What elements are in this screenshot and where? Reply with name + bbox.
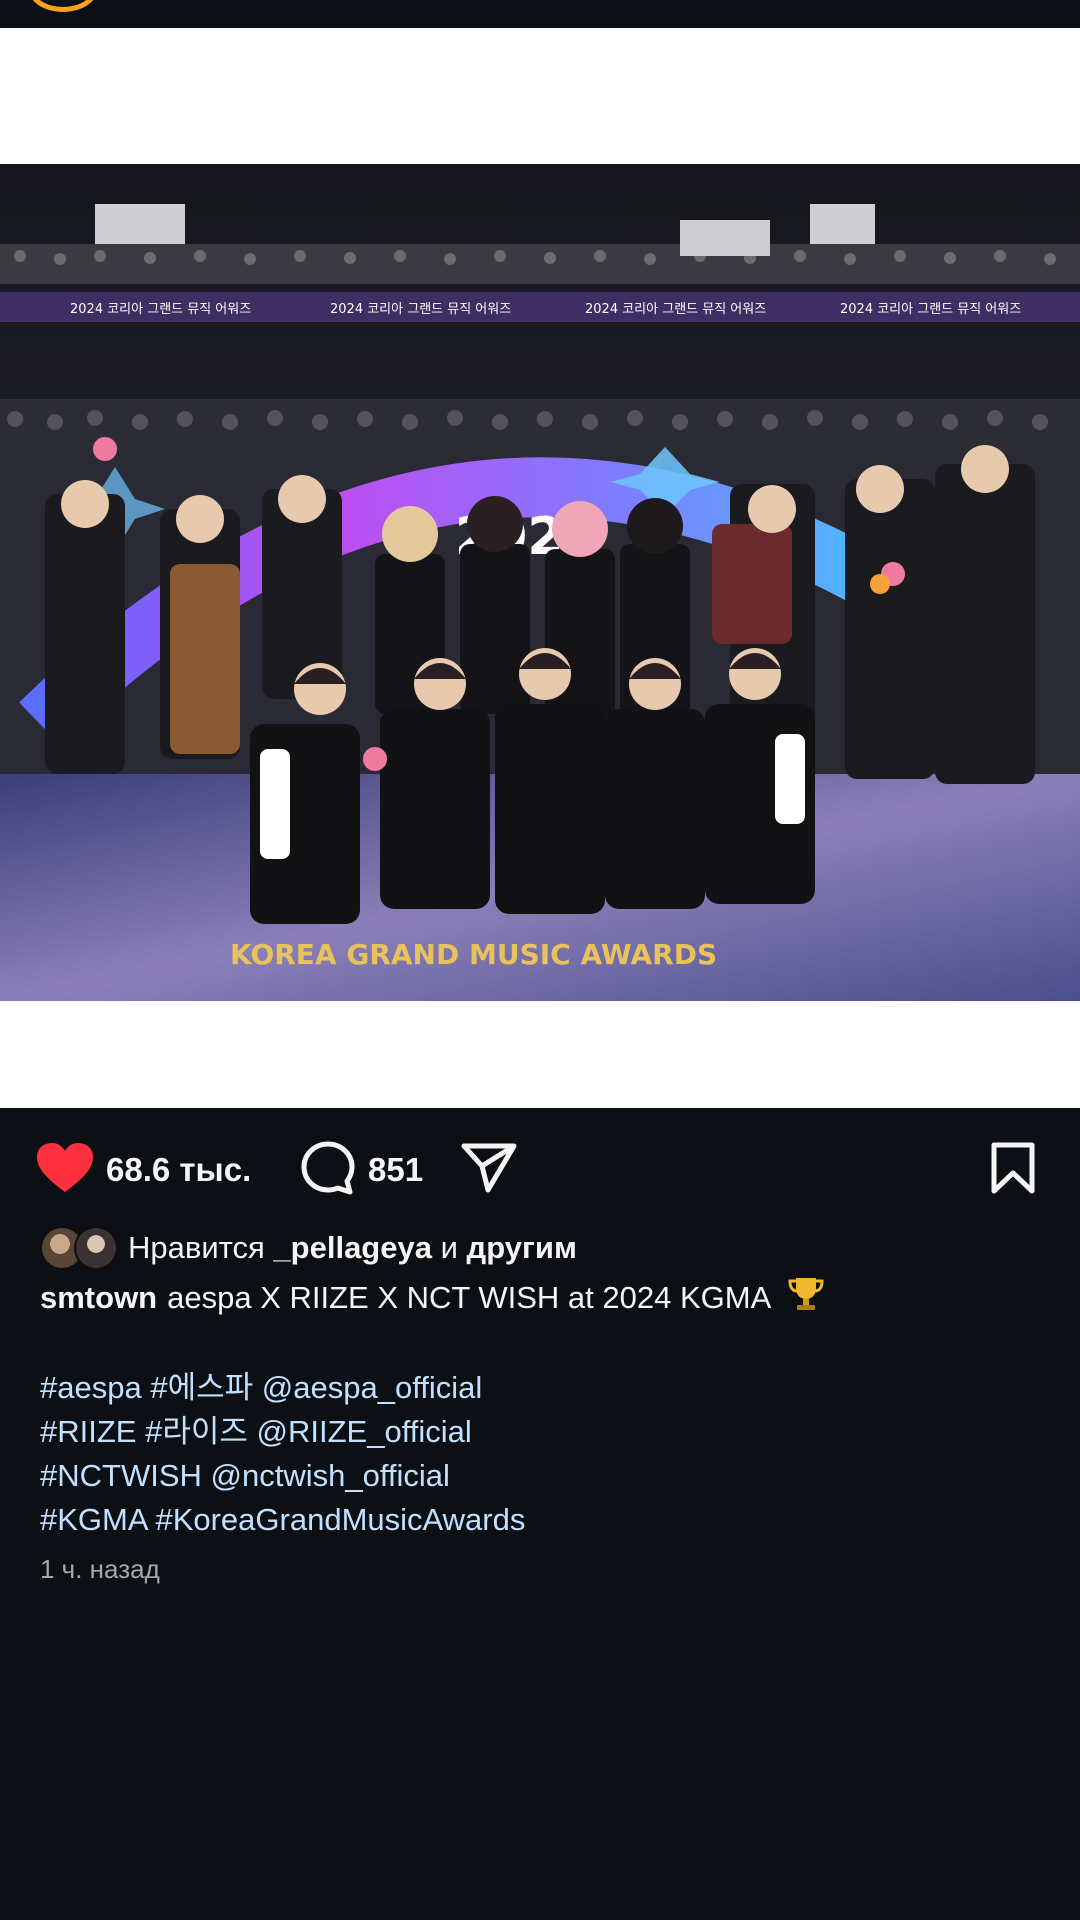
likes-count[interactable]: 68.6 тыс. bbox=[106, 1151, 251, 1189]
liked-by-and: и bbox=[440, 1230, 458, 1265]
post-media[interactable]: 2024 코리아 그랜드 뮤직 어워즈 2024 코리아 그랜드 뮤직 어워즈 … bbox=[0, 28, 1080, 1108]
liked-by-line[interactable]: Нравится _pellageya и другим bbox=[40, 1224, 577, 1272]
avatar bbox=[74, 1226, 118, 1270]
save-action[interactable] bbox=[990, 1142, 1036, 1198]
floor-logo-text: KOREA GRAND MUSIC AWARDS bbox=[230, 938, 717, 971]
mention-link[interactable]: @nctwish_official bbox=[211, 1458, 450, 1493]
top-bar bbox=[0, 0, 1080, 28]
liked-by-avatars bbox=[40, 1226, 118, 1270]
hashtag-line: #KGMA #KoreaGrandMusicAwards bbox=[40, 1498, 525, 1542]
like-action[interactable]: 68.6 тыс. bbox=[36, 1142, 251, 1198]
caption-username[interactable]: smtown bbox=[40, 1280, 157, 1315]
heart-icon[interactable] bbox=[36, 1142, 94, 1199]
send-icon[interactable] bbox=[460, 1142, 518, 1199]
mention-link[interactable]: @RIIZE_official bbox=[257, 1414, 472, 1449]
hashtag-link[interactable]: #NCTWISH bbox=[40, 1458, 202, 1493]
banner-text-3: 2024 코리아 그랜드 뮤직 어워즈 bbox=[585, 302, 766, 317]
post-timestamp[interactable]: 1 ч. назад bbox=[40, 1554, 160, 1585]
banner-text-1: 2024 코리아 그랜드 뮤직 어워즈 bbox=[70, 302, 251, 317]
post-photo[interactable]: 2024 코리아 그랜드 뮤직 어워즈 2024 코리아 그랜드 뮤직 어워즈 … bbox=[0, 164, 1080, 1001]
hashtag-link[interactable]: #라이즈 bbox=[145, 1414, 248, 1449]
banner-text-4: 2024 코리아 그랜드 뮤직 어워즈 bbox=[840, 302, 1021, 317]
comment-action[interactable]: 851 bbox=[300, 1140, 423, 1201]
comment-bubble-icon[interactable] bbox=[300, 1140, 356, 1201]
hashtag-line: #aespa #에스파 @aespa_official bbox=[40, 1366, 525, 1410]
hashtag-line: #NCTWISH @nctwish_official bbox=[40, 1454, 525, 1498]
bookmark-icon[interactable] bbox=[990, 1141, 1036, 1200]
hashtag-link[interactable]: #에스파 bbox=[150, 1370, 253, 1405]
banner-text-2: 2024 코리아 그랜드 뮤직 어워즈 bbox=[330, 302, 511, 317]
post-actions-bar: 68.6 тыс. 851 bbox=[0, 1108, 1080, 1228]
liked-by-prefix: Нравится bbox=[128, 1230, 265, 1265]
share-action[interactable] bbox=[460, 1142, 518, 1198]
story-ring-avatar[interactable] bbox=[28, 0, 98, 12]
hashtag-link[interactable]: #aespa bbox=[40, 1370, 142, 1405]
hashtag-link[interactable]: #KGMA bbox=[40, 1502, 147, 1537]
caption-hashtags: #aespa #에스파 @aespa_official #RIIZE #라이즈 … bbox=[40, 1366, 525, 1542]
trophy-icon bbox=[786, 1274, 826, 1326]
liked-by-others[interactable]: другим bbox=[467, 1230, 577, 1266]
caption-text: aespa X RIIZE X NCT WISH at 2024 KGMA bbox=[167, 1280, 770, 1316]
post-caption: smtown aespa X RIIZE X NCT WISH at 2024 K… bbox=[40, 1274, 1040, 1326]
mention-link[interactable]: @aespa_official bbox=[262, 1370, 482, 1405]
comments-count[interactable]: 851 bbox=[368, 1151, 423, 1189]
hashtag-link[interactable]: #RIIZE bbox=[40, 1414, 136, 1449]
hashtag-line: #RIIZE #라이즈 @RIIZE_official bbox=[40, 1410, 525, 1454]
hashtag-link[interactable]: #KoreaGrandMusicAwards bbox=[155, 1502, 525, 1537]
liked-by-username[interactable]: _pellageya bbox=[273, 1230, 432, 1266]
